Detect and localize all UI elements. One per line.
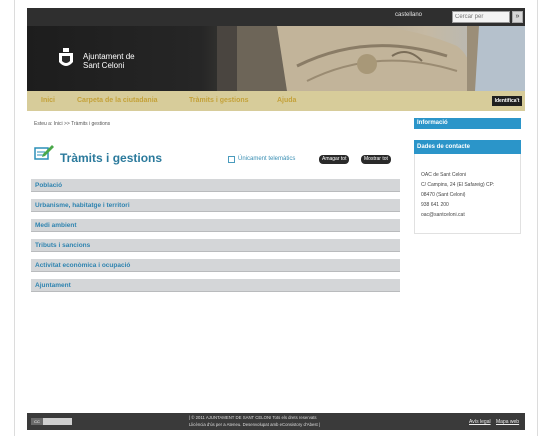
category-label: Tributs i sancions: [35, 242, 91, 249]
category-label: Ajuntament: [35, 282, 71, 289]
category-label: Medi ambient: [35, 222, 77, 229]
contact-city: 08470 (Sant Celoni): [421, 192, 466, 198]
contact-panel-header: Dades de contacte: [414, 140, 521, 154]
contact-panel-title: Dades de contacte: [417, 144, 471, 150]
info-panel-title: Informació: [417, 120, 448, 126]
form-edit-icon: [34, 145, 54, 160]
nav-item-ajuda[interactable]: Ajuda: [277, 97, 296, 104]
footer-license: Llicència d'ús per a Ateneu. Desenvolupa…: [189, 422, 321, 427]
breadcrumb: Esteu a: Inici >> Tràmits i gestions: [34, 121, 111, 127]
category-row[interactable]: Urbanisme, habitatge i territori: [31, 199, 400, 212]
category-row[interactable]: Tributs i sancions: [31, 239, 400, 252]
telematic-only-label[interactable]: Únicament telemàtics: [238, 156, 295, 162]
category-row[interactable]: Població: [31, 179, 400, 192]
search-input[interactable]: [452, 11, 510, 23]
search-button[interactable]: »: [512, 11, 523, 23]
language-link[interactable]: castellano: [395, 12, 422, 18]
main-nav: Inici Carpeta de la ciutadania Tràmits i…: [27, 91, 525, 111]
footer-legal-link[interactable]: Avís legal: [469, 419, 491, 425]
stone-relief-image: [217, 26, 525, 91]
nav-item-tramits[interactable]: Tràmits i gestions: [189, 97, 249, 104]
nav-item-carpeta[interactable]: Carpeta de la ciutadania: [77, 97, 158, 104]
nav-item-inici[interactable]: Inici: [41, 97, 55, 104]
license-badge-label: CC: [31, 418, 43, 425]
telematic-only-checkbox[interactable]: [228, 156, 235, 163]
expand-all-button[interactable]: Mostrar tot: [361, 155, 391, 164]
contact-panel: OAC de Sant Celoni C/ Campins, 24 (El Sa…: [414, 154, 521, 234]
category-row[interactable]: Ajuntament: [31, 279, 400, 292]
contact-office: OAC de Sant Celoni: [421, 172, 467, 178]
license-badge[interactable]: CC: [31, 418, 72, 425]
municipal-crest-logo: [59, 48, 73, 66]
page-title: Tràmits i gestions: [60, 151, 163, 165]
collapse-all-button[interactable]: Amagar tot: [319, 155, 350, 164]
site-title[interactable]: Ajuntament de Sant Celoni: [83, 52, 163, 70]
category-row[interactable]: Medi ambient: [31, 219, 400, 232]
site-title-line1: Ajuntament de: [83, 52, 135, 61]
contact-email[interactable]: oac@santceloni.cat: [421, 212, 465, 218]
footer: CC | © 2011 AJUNTAMENT DE SANT CELONI To…: [27, 413, 525, 430]
contact-address: C/ Campins, 24 (El Safareig) CP:: [421, 182, 495, 188]
info-panel-header[interactable]: Informació: [414, 118, 521, 129]
category-label: Població: [35, 182, 63, 189]
site-title-line2: Sant Celoni: [83, 61, 125, 70]
top-bar: castellano »: [27, 8, 525, 26]
contact-phone: 938 641 200: [421, 202, 449, 208]
category-row[interactable]: Activitat econòmica i ocupació: [31, 259, 400, 272]
header-banner: Ajuntament de Sant Celoni: [27, 26, 525, 91]
login-button[interactable]: Identifica't: [492, 96, 522, 106]
category-label: Urbanisme, habitatge i territori: [35, 202, 130, 209]
footer-copyright: | © 2011 AJUNTAMENT DE SANT CELONI Tots …: [189, 415, 317, 420]
footer-sitemap-link[interactable]: Mapa web: [496, 419, 519, 425]
category-label: Activitat econòmica i ocupació: [35, 262, 131, 269]
